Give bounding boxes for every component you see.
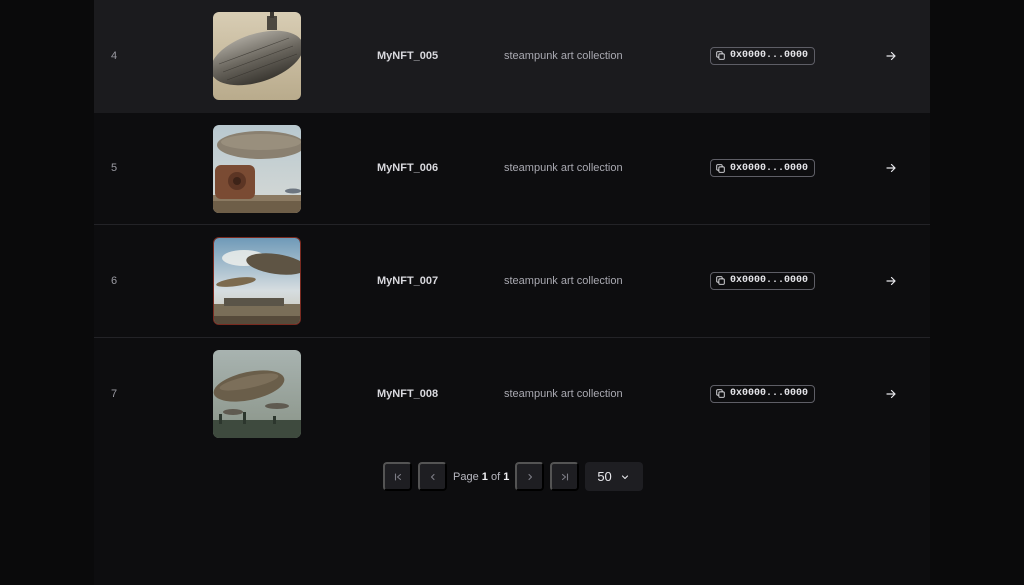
next-page-button[interactable] [515, 462, 545, 491]
current-page: 1 [481, 470, 488, 483]
table-row[interactable]: 6 MyNFT_007 steampunk art collection 0x0… [94, 225, 930, 338]
contract-address: 0x0000...0000 [730, 388, 809, 400]
nft-thumbnail[interactable] [213, 124, 301, 213]
copy-address-button[interactable]: 0x0000...0000 [710, 159, 816, 178]
row-index: 7 [111, 387, 118, 400]
arrow-right-icon[interactable] [885, 388, 897, 400]
arrow-right-icon[interactable] [885, 50, 897, 62]
page-size-select[interactable]: 50 [585, 462, 644, 491]
table-row[interactable]: 5 MyNFT_006 steampunk art collection 0x0… [94, 113, 930, 225]
nft-thumbnail[interactable] [213, 349, 301, 438]
contract-address: 0x0000...0000 [730, 50, 809, 62]
nft-description: steampunk art collection [504, 162, 623, 175]
airship-image [213, 12, 301, 100]
nft-name: MyNFT_008 [377, 387, 439, 400]
nft-description: steampunk art collection [504, 387, 623, 400]
next-page-icon [528, 473, 532, 480]
page-prefix: Page [453, 470, 479, 483]
copy-address-button[interactable]: 0x0000...0000 [710, 271, 816, 290]
row-index: 5 [111, 162, 118, 175]
copy-icon [716, 51, 725, 60]
first-page-button[interactable] [383, 462, 412, 491]
page-indicator: Page 1 of 1 [453, 471, 509, 483]
table-row[interactable]: 7 MyNFT_008 steampunk art collection 0x0… [94, 338, 930, 451]
chevron-down-icon [622, 474, 629, 479]
last-page-icon [561, 472, 568, 481]
arrow-right-icon[interactable] [885, 275, 897, 287]
nft-thumbnail[interactable] [213, 12, 301, 100]
copy-icon [716, 164, 725, 173]
table-row[interactable]: 4 MyNFT_005 steampunk art collection 0x0… [94, 0, 930, 113]
nft-description: steampunk art collection [504, 274, 623, 287]
total-pages: 1 [503, 470, 510, 483]
nft-description: steampunk art collection [504, 49, 623, 62]
copy-icon [716, 276, 725, 285]
nft-name: MyNFT_005 [377, 49, 439, 62]
nft-thumbnail[interactable] [213, 237, 301, 325]
nft-name: MyNFT_006 [377, 162, 439, 175]
copy-address-button[interactable]: 0x0000...0000 [710, 46, 816, 65]
page-size-value: 50 [597, 469, 612, 484]
prev-page-icon [430, 473, 435, 480]
pagination: Page 1 of 1 50 [383, 462, 644, 491]
last-page-button[interactable] [550, 462, 580, 491]
nft-table: 4 MyNFT_005 steampunk art collection 0x0… [94, 0, 930, 450]
copy-address-button[interactable]: 0x0000...0000 [710, 384, 816, 403]
contract-address: 0x0000...0000 [730, 162, 809, 174]
prev-page-button[interactable] [418, 462, 447, 491]
airship-image [213, 349, 301, 438]
left-gutter [0, 0, 94, 585]
nft-name: MyNFT_007 [377, 274, 439, 287]
of-word: of [490, 470, 501, 483]
row-index: 4 [111, 49, 118, 62]
contract-address: 0x0000...0000 [730, 275, 809, 287]
arrow-right-icon[interactable] [885, 162, 897, 174]
row-index: 6 [111, 274, 118, 287]
right-gutter [930, 0, 1024, 585]
airship-image [214, 238, 300, 324]
airship-image [213, 124, 301, 213]
copy-icon [716, 389, 725, 398]
first-page-icon [394, 472, 401, 481]
